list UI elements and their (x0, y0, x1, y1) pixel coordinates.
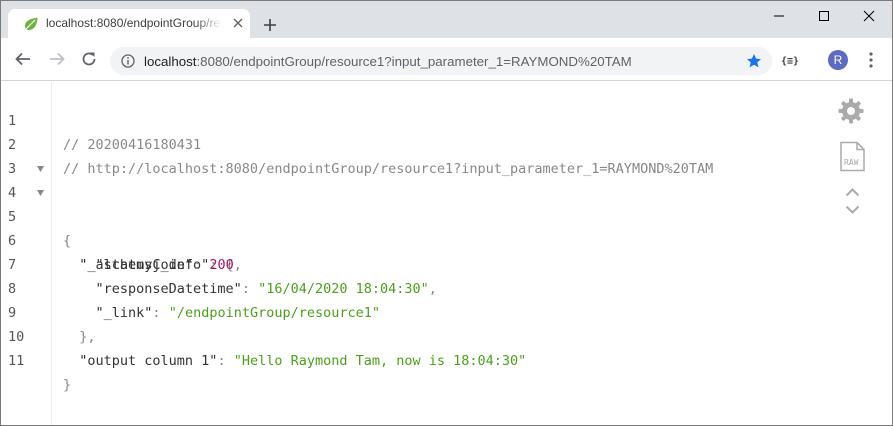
gear-icon[interactable] (837, 97, 865, 125)
forward-arrow-icon[interactable] (48, 50, 66, 68)
back-arrow-icon[interactable] (14, 50, 32, 68)
fold-arrow-icon[interactable] (37, 190, 44, 196)
chevron-up-icon[interactable] (845, 187, 860, 197)
code-line: 8 "_link": "/endpointGroup/resource1" (1, 253, 892, 321)
profile-avatar[interactable]: R (828, 50, 848, 70)
minimize-button[interactable] (756, 1, 802, 31)
json-separator: : (217, 353, 234, 369)
json-string-value: "Hello Raymond Tam, now is 18:04:30" (233, 353, 527, 369)
close-brace: } (63, 377, 72, 393)
browser-tab[interactable]: localhost:8080/endpointGroup/resource1 (8, 9, 250, 38)
info-icon[interactable] (121, 54, 135, 68)
raw-file-icon[interactable]: RAW (839, 141, 866, 172)
maximize-icon (819, 11, 829, 21)
more-menu-icon[interactable] (869, 52, 873, 68)
code-line: 3 (1, 133, 892, 177)
code-line: 11 } (1, 325, 892, 393)
code-line: 5 "_alchemyj_info": { (1, 181, 892, 273)
code-line: 4 { (1, 157, 892, 249)
address-bar[interactable]: localhost:8080/endpointGroup/resource1?i… (110, 47, 772, 75)
url-path: :8080/endpointGroup/resource1?input_para… (196, 54, 632, 69)
code-line: 2 // http://localhost:8080/endpointGroup… (1, 109, 892, 177)
svg-text:RAW: RAW (844, 158, 859, 167)
close-icon (863, 10, 875, 22)
tab-title: localhost:8080/endpointGroup/resource1 (46, 16, 222, 30)
browser-toolbar: localhost:8080/endpointGroup/resource1?i… (1, 38, 892, 81)
new-tab-icon[interactable] (263, 18, 277, 32)
code-line: 9 }, (1, 277, 892, 345)
close-window-button[interactable] (846, 1, 892, 31)
code-line: 6 "statusCode": 200, (1, 205, 892, 273)
fold-arrow-icon[interactable] (37, 166, 44, 172)
url-host: localhost (144, 54, 197, 69)
bookmark-star-icon[interactable] (746, 53, 762, 69)
maximize-button[interactable] (801, 1, 847, 31)
json-key: "output column 1" (79, 353, 218, 369)
code-line: 7 "responseDatetime": "16/04/2020 18:04:… (1, 229, 892, 297)
line-number: 11 (8, 353, 25, 369)
address-url[interactable]: localhost:8080/endpointGroup/resource1?i… (144, 54, 632, 69)
minimize-icon (774, 15, 784, 17)
tab-strip: localhost:8080/endpointGroup/resource1 (1, 1, 892, 38)
reload-icon[interactable] (80, 50, 98, 68)
json-extension-icon[interactable]: {≡} (781, 53, 803, 67)
spring-leaf-icon (24, 18, 38, 30)
json-viewer: 1 // 20200416180431 2 // http://localhos… (1, 82, 892, 425)
close-tab-icon[interactable] (232, 17, 244, 29)
browser-window: localhost:8080/endpointGroup/resource1 (0, 0, 893, 426)
svg-text:{≡}: {≡} (781, 56, 799, 67)
chevron-down-icon[interactable] (845, 205, 860, 215)
code-line: 10 "output column 1": "Hello Raymond Tam… (1, 301, 892, 369)
code-line: 1 // 20200416180431 (1, 85, 892, 153)
